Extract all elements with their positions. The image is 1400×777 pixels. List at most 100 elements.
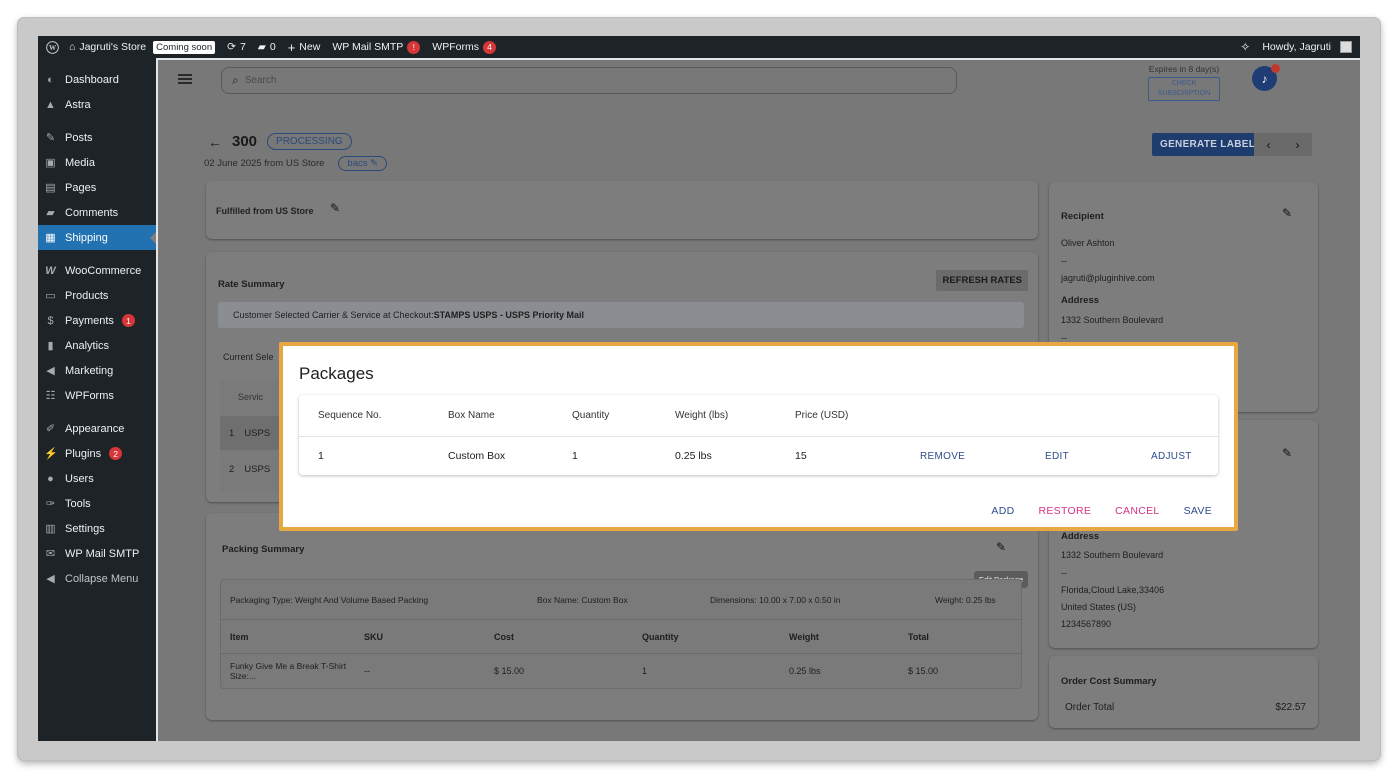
sidebar-item-comments[interactable]: ▰ Comments [38, 200, 156, 225]
rates-table: Servic 1 USPS 2 USPS [220, 380, 280, 492]
col-header: Quantity [642, 631, 679, 642]
save-button[interactable]: SAVE [1184, 505, 1212, 517]
comments-link[interactable]: ▰ 0 [252, 36, 282, 58]
updates-count: 7 [239, 41, 246, 53]
cancel-button[interactable]: CANCEL [1115, 505, 1159, 517]
admin-bar: W ⌂ Jagruti's Store Coming soon ⟳ 7 ▰ 0 … [38, 36, 1360, 58]
edit-pencil-icon[interactable]: ✎ [1282, 206, 1292, 220]
restore-button[interactable]: RESTORE [1038, 505, 1091, 517]
rate-row[interactable]: 1 USPS [220, 416, 280, 450]
order-total-value: $22.57 [1275, 702, 1306, 713]
carrier-prefix: Customer Selected Carrier & Service at C… [233, 310, 434, 320]
address-line-4: United States (US) [1061, 602, 1137, 612]
wpforms-badge: 4 [482, 40, 496, 54]
wordpress-logo-icon[interactable]: W [38, 36, 65, 58]
chevron-right-icon[interactable]: › [1296, 138, 1300, 152]
sidebar-item-dashboard[interactable]: ◐ Dashboard [38, 67, 156, 92]
wpforms-link[interactable]: WPForms 4 [426, 36, 502, 58]
new-content-link[interactable]: + New [282, 36, 327, 58]
recipient-title: Recipient [1061, 211, 1104, 222]
sidebar-label: Dashboard [65, 73, 119, 86]
sidebar-label: Comments [65, 206, 119, 219]
sidebar-item-pages[interactable]: ▤ Pages [38, 175, 156, 200]
dollar-icon: $ [47, 314, 54, 327]
settings-icon: ▥ [45, 523, 56, 535]
sku-cell: -- [364, 666, 370, 676]
sidebar-item-shipping[interactable]: ▦ Shipping [38, 225, 156, 250]
sidebar-item-appearance[interactable]: ✐ Appearance [38, 416, 156, 441]
edit-package-icon[interactable]: ✎ [996, 540, 1006, 554]
sidebar-item-analytics[interactable]: ▮ Analytics [38, 333, 156, 358]
generate-label-button[interactable]: GENERATE LABEL [1152, 133, 1264, 156]
wp-mail-smtp-label: WP Mail SMTP [332, 41, 404, 53]
order-header: ← 300 PROCESSING [208, 133, 352, 150]
page-icon: ▤ [45, 182, 56, 194]
sidebar-item-tools[interactable]: ✑ Tools [38, 491, 156, 516]
edit-pencil-icon[interactable]: ✎ [330, 201, 340, 215]
sidebar-item-users[interactable]: ● Users [38, 466, 156, 491]
bar-chart-icon: ▮ [47, 340, 54, 352]
back-arrow-icon[interactable]: ← [208, 134, 222, 150]
rate-row[interactable]: 2 USPS [220, 452, 280, 486]
account-menu[interactable]: Howdy, Jagruti [1256, 36, 1360, 58]
notification-bell-icon[interactable]: ♪ [1252, 64, 1280, 91]
wpforms-label: WPForms [432, 41, 479, 53]
ai-sparkle-icon[interactable]: ✧ [1234, 36, 1256, 58]
comment-icon: ▰ [46, 207, 55, 219]
sidebar-label: Marketing [65, 364, 114, 377]
payment-chip[interactable]: bacs ✎ [338, 156, 388, 171]
sidebar-item-media[interactable]: ▣ Media [38, 150, 156, 175]
wp-mail-smtp-link[interactable]: WP Mail SMTP ! [326, 36, 426, 58]
sidebar-item-posts[interactable]: ✎ Posts [38, 125, 156, 150]
adjust-button[interactable]: ADJUST [1151, 451, 1192, 462]
modal-actions: ADD RESTORE CANCEL SAVE [991, 505, 1212, 517]
add-button[interactable]: ADD [991, 505, 1014, 517]
updates-link[interactable]: ⟳ 7 [221, 36, 252, 58]
comments-count: 0 [269, 41, 276, 53]
check-subscription-button[interactable]: CHECK SUBSCRIPTION [1148, 77, 1220, 101]
price-cell: 15 [795, 450, 807, 462]
coming-soon-badge: Coming soon [153, 40, 216, 54]
hamburger-menu-icon[interactable] [178, 74, 192, 84]
carrier-value: STAMPS USPS - USPS Priority Mail [433, 310, 584, 320]
sidebar-item-marketing[interactable]: ◀ Marketing [38, 358, 156, 383]
site-name-link[interactable]: ⌂ Jagruti's Store Coming soon [65, 36, 221, 58]
col-header: Quantity [572, 410, 610, 421]
search-input[interactable]: ⌕ Search [221, 67, 957, 94]
menu-separator [38, 117, 156, 125]
brush-icon: ✐ [45, 423, 56, 435]
sidebar-item-wpforms[interactable]: ☷ WPForms [38, 383, 156, 408]
megaphone-icon: ◀ [46, 365, 55, 377]
sidebar-label: Settings [65, 522, 105, 535]
sidebar-item-plugins[interactable]: ⚡ Plugins 2 [38, 441, 156, 466]
form-icon: ☷ [45, 390, 56, 402]
address-line-3: Florida,Cloud Lake,33406 [1061, 585, 1165, 595]
sidebar-item-woocommerce[interactable]: W WooCommerce [38, 258, 156, 283]
phone: 1234567890 [1061, 619, 1112, 629]
edit-pencil-icon[interactable]: ✎ [1282, 446, 1292, 460]
sidebar-item-collapse[interactable]: ◀ Collapse Menu [38, 566, 156, 591]
sidebar-item-payments[interactable]: $ Payments 1 [38, 308, 156, 333]
sidebar-item-wp-mail-smtp[interactable]: ✉ WP Mail SMTP [38, 541, 156, 566]
refresh-rates-button[interactable]: REFRESH RATES [936, 270, 1028, 291]
top-divider [158, 58, 1360, 60]
service-header: Servic [238, 392, 264, 402]
status-badge: PROCESSING [267, 133, 352, 150]
col-header: Box Name [448, 410, 495, 421]
sidebar-label: Media [65, 156, 95, 169]
menu-separator [38, 250, 156, 258]
packages-modal: Packages Sequence No. Box Name Quantity … [279, 342, 1238, 531]
fulfilled-card: Fulfilled from US Store ✎ [206, 181, 1038, 239]
edit-button[interactable]: EDIT [1045, 451, 1069, 462]
sidebar-item-products[interactable]: ▭ Products [38, 283, 156, 308]
order-subtitle: 02 June 2025 from US Store bacs ✎ [204, 156, 388, 171]
chevron-left-icon[interactable]: ‹ [1267, 138, 1271, 152]
sidebar-label: Tools [65, 497, 91, 510]
sidebar-item-settings[interactable]: ▥ Settings [38, 516, 156, 541]
recipient-company: -- [1061, 256, 1067, 266]
sidebar-item-astra[interactable]: ▲ Astra [38, 92, 156, 117]
remove-button[interactable]: REMOVE [920, 451, 965, 462]
cost-summary-title: Order Cost Summary [1061, 676, 1157, 687]
sidebar-label: Plugins [65, 447, 102, 460]
row-number: 1 [229, 427, 235, 439]
